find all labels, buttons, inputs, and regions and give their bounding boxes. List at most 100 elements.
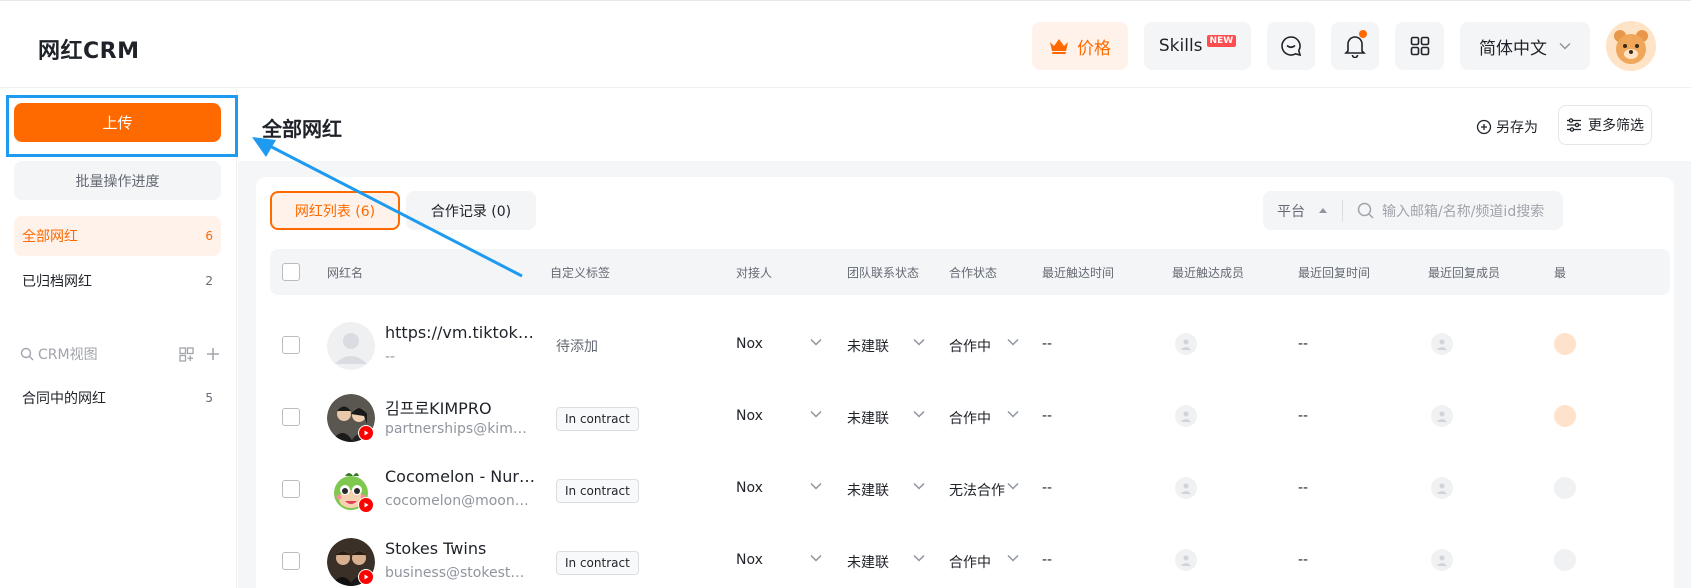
team-status[interactable]: 未建联 <box>847 480 889 500</box>
col-last-reach-member: 最近触达成员 <box>1172 266 1245 280</box>
row-checkbox[interactable] <box>282 480 300 498</box>
language-select[interactable]: 简体中文 <box>1460 22 1590 70</box>
user-avatar[interactable] <box>1606 21 1656 71</box>
chevron-down-icon[interactable] <box>913 338 925 346</box>
influencer-email: business@stokestwins.com <box>385 565 535 581</box>
col-team-status: 团队联系状态 <box>847 266 920 280</box>
chevron-down-icon[interactable] <box>913 410 925 418</box>
influencer-email: -- <box>385 349 396 365</box>
notification-button[interactable] <box>1331 22 1379 70</box>
youtube-icon <box>358 425 374 441</box>
col-name: 网红名 <box>327 266 364 280</box>
notification-dot <box>1359 30 1367 38</box>
member-avatar <box>1554 477 1576 499</box>
influencer-name[interactable]: Cocomelon - Nursery Rhymes <box>385 467 535 486</box>
table-row[interactable]: 김프로KIMPRO partnerships@kimpro.com In con… <box>270 381 1670 453</box>
custom-tag[interactable]: 待添加 <box>556 336 598 356</box>
custom-tag[interactable]: In contract <box>556 479 639 503</box>
last-reach-time: -- <box>1042 480 1053 496</box>
chevron-down-icon[interactable] <box>810 482 822 490</box>
sidebar-item-all[interactable]: 全部网红 6 <box>14 216 221 256</box>
influencer-email: cocomelon@moonbug.com <box>385 493 535 509</box>
custom-tag[interactable]: In contract <box>556 407 639 431</box>
brand-title: 网红CRM <box>38 39 140 64</box>
influencer-name[interactable]: https://vm.tiktok.com/ <box>385 323 535 342</box>
platform-select[interactable]: 平台 <box>1263 199 1343 222</box>
chevron-down-icon[interactable] <box>810 338 822 346</box>
sidebar-item-archived[interactable]: 已归档网红 2 <box>14 261 221 301</box>
last-reply-time: -- <box>1298 336 1309 352</box>
influencer-name[interactable]: 김프로KIMPRO <box>385 395 535 419</box>
tab-cooperation-records[interactable]: 合作记录 (0) <box>406 191 536 230</box>
table-header: 网红名 自定义标签 对接人 团队联系状态 合作状态 最近触达时间 最近触达成员 … <box>270 249 1670 295</box>
chevron-down-icon[interactable] <box>1007 410 1019 418</box>
chevron-down-icon[interactable] <box>810 410 822 418</box>
skills-label: Skills <box>1158 36 1203 56</box>
coop-status[interactable]: 合作中 <box>949 336 991 356</box>
more-filter-label: 更多筛选 <box>1588 118 1644 134</box>
table-row[interactable]: Stokes Twins business@stokestwins.com In… <box>270 525 1670 588</box>
team-status[interactable]: 未建联 <box>847 408 889 428</box>
contact-person[interactable]: Nox <box>736 552 763 568</box>
last-reply-time: -- <box>1298 552 1309 568</box>
sidebar-item-in-contract[interactable]: 合同中的网红 5 <box>14 378 221 418</box>
view-manage-icon[interactable] <box>179 346 194 362</box>
crm-view-label: CRM视图 <box>38 347 98 363</box>
avatar <box>327 322 375 370</box>
search-placeholder: 输入邮箱/名称/频道id搜索 <box>1382 203 1545 220</box>
sidebar-item-label: 全部网红 <box>22 229 78 245</box>
select-all-checkbox[interactable] <box>282 263 300 281</box>
price-button[interactable]: 价格 <box>1032 22 1128 70</box>
row-checkbox[interactable] <box>282 336 300 354</box>
row-checkbox[interactable] <box>282 552 300 570</box>
search-area: 平台 输入邮箱/名称/频道id搜索 <box>1263 191 1563 230</box>
more-filter-button[interactable]: 更多筛选 <box>1558 105 1652 145</box>
coop-status[interactable]: 合作中 <box>949 408 991 428</box>
table-row[interactable]: Cocomelon - Nursery Rhymes cocomelon@moo… <box>270 453 1670 525</box>
col-tag: 自定义标签 <box>550 266 611 280</box>
tab-influencer-list[interactable]: 网红列表 (6) <box>270 191 400 230</box>
top-header: 网红CRM 价格 Skills NEW 简体中文 <box>0 0 1691 88</box>
chevron-down-icon[interactable] <box>1007 554 1019 562</box>
custom-tag[interactable]: In contract <box>556 551 639 575</box>
new-badge: NEW <box>1206 35 1237 47</box>
platform-label: 平台 <box>1277 203 1305 220</box>
table-row[interactable]: https://vm.tiktok.com/ -- 待添加 Nox 未建联 合作… <box>270 309 1670 381</box>
member-avatar <box>1175 333 1197 355</box>
coop-status[interactable]: 合作中 <box>949 552 991 572</box>
chevron-down-icon[interactable] <box>913 554 925 562</box>
youtube-icon <box>358 497 374 513</box>
chat-button[interactable] <box>1267 22 1315 70</box>
team-status[interactable]: 未建联 <box>847 552 889 572</box>
crm-view-header: CRM视图 <box>20 342 220 366</box>
chevron-down-icon[interactable] <box>913 482 925 490</box>
save-as-button[interactable]: 另存为 <box>1476 117 1538 137</box>
influencer-card: 网红列表 (6) 合作记录 (0) 平台 输入邮箱/名称/频道id搜索 网红名 … <box>256 177 1674 588</box>
skills-button[interactable]: Skills NEW <box>1144 22 1251 70</box>
search-input[interactable]: 输入邮箱/名称/频道id搜索 <box>1343 201 1544 221</box>
chevron-down-icon[interactable] <box>810 554 822 562</box>
sidebar: 上传 批量操作进度 全部网红 6 已归档网红 2 CRM视图 合同中的网红 5 <box>0 89 238 588</box>
influencer-email: partnerships@kimpro.com <box>385 421 535 437</box>
row-checkbox[interactable] <box>282 408 300 426</box>
member-avatar <box>1554 405 1576 427</box>
main-content: 全部网红 另存为 更多筛选 网红列表 (6) 合作记录 (0) 平台 输入邮箱/… <box>238 89 1691 588</box>
apps-button[interactable] <box>1395 22 1444 70</box>
add-view-icon[interactable] <box>206 347 220 361</box>
contact-person[interactable]: Nox <box>736 336 763 352</box>
contact-person[interactable]: Nox <box>736 480 763 496</box>
save-as-label: 另存为 <box>1496 120 1538 136</box>
youtube-icon <box>358 569 374 585</box>
batch-progress-button[interactable]: 批量操作进度 <box>14 161 221 200</box>
last-reach-time: -- <box>1042 552 1053 568</box>
team-status[interactable]: 未建联 <box>847 336 889 356</box>
upload-button[interactable]: 上传 <box>14 103 221 142</box>
last-reply-time: -- <box>1298 480 1309 496</box>
member-avatar <box>1554 549 1576 571</box>
chevron-down-icon[interactable] <box>1007 338 1019 346</box>
page-title: 全部网红 <box>262 117 342 141</box>
influencer-name[interactable]: Stokes Twins <box>385 539 535 558</box>
coop-status[interactable]: 无法合作 <box>949 480 1005 500</box>
chevron-down-icon[interactable] <box>1007 482 1019 490</box>
contact-person[interactable]: Nox <box>736 408 763 424</box>
